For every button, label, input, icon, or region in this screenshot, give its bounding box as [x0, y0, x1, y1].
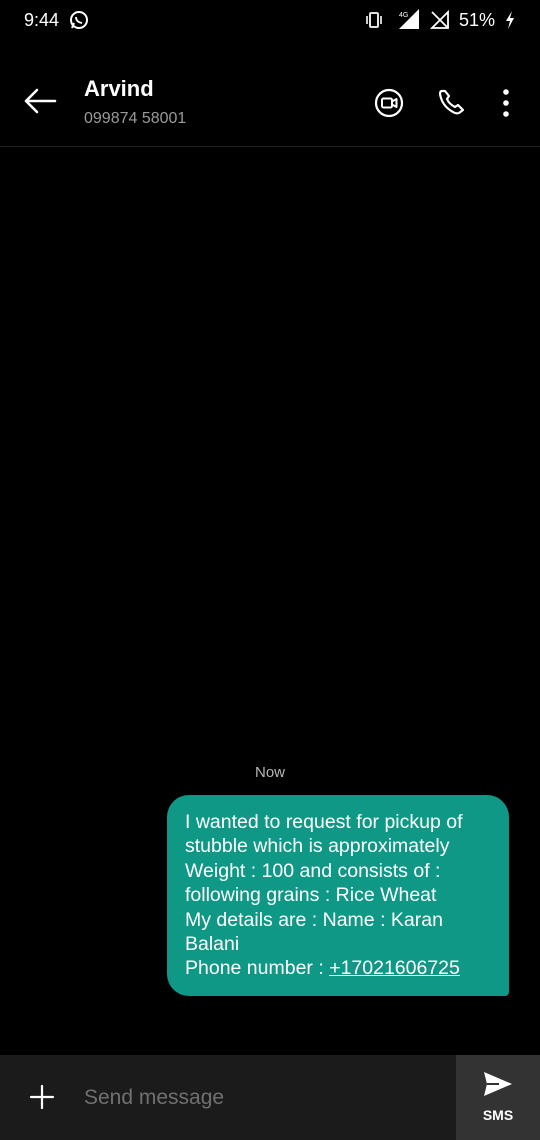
message-phone-line: Phone number : +17021606725	[185, 956, 495, 980]
signal-icon: 4G	[398, 9, 419, 29]
contact-name[interactable]: Arvind	[84, 76, 154, 102]
message-line: My details are : Name : Karan	[185, 908, 443, 931]
battery-level: 51%	[458, 9, 495, 30]
status-indicators: 4G 51%	[364, 9, 516, 31]
sent-message-bubble[interactable]: I wanted to request for pickup of stubbl…	[167, 795, 509, 996]
message-line: Balani	[185, 933, 240, 956]
conversation-header: Arvind 099874 58001	[0, 42, 540, 147]
network-type-label: 4G	[399, 12, 408, 19]
status-bar: 9:44 4G 51%	[0, 0, 540, 42]
send-sms-button[interactable]: SMS	[456, 1055, 540, 1140]
no-signal-icon	[429, 10, 449, 29]
whatsapp-icon	[70, 11, 88, 29]
back-arrow-icon[interactable]	[22, 86, 58, 116]
add-attachment-icon[interactable]	[28, 1083, 56, 1111]
charging-icon	[506, 11, 514, 29]
more-options-icon[interactable]	[496, 87, 516, 119]
vibrate-icon	[366, 12, 382, 28]
video-call-icon[interactable]	[374, 88, 404, 118]
message-input[interactable]	[84, 1083, 424, 1113]
message-line: Weight : 100 and consists of :	[185, 859, 441, 882]
phone-number-link[interactable]: +17021606725	[329, 957, 460, 979]
message-timestamp: Now	[254, 764, 285, 781]
message-line: stubble which is approximately	[185, 835, 450, 858]
send-icon	[484, 1072, 512, 1096]
contact-number: 099874 58001	[84, 110, 187, 127]
status-time: 9:44	[24, 10, 60, 30]
message-line: I wanted to request for pickup of	[185, 811, 463, 833]
message-composer: SMS	[0, 1055, 540, 1140]
message-line: following grains : Rice Wheat	[185, 884, 437, 907]
phone-call-icon[interactable]	[437, 87, 467, 117]
send-button-label: SMS	[482, 1107, 514, 1123]
phone-label: Phone number :	[185, 957, 330, 980]
